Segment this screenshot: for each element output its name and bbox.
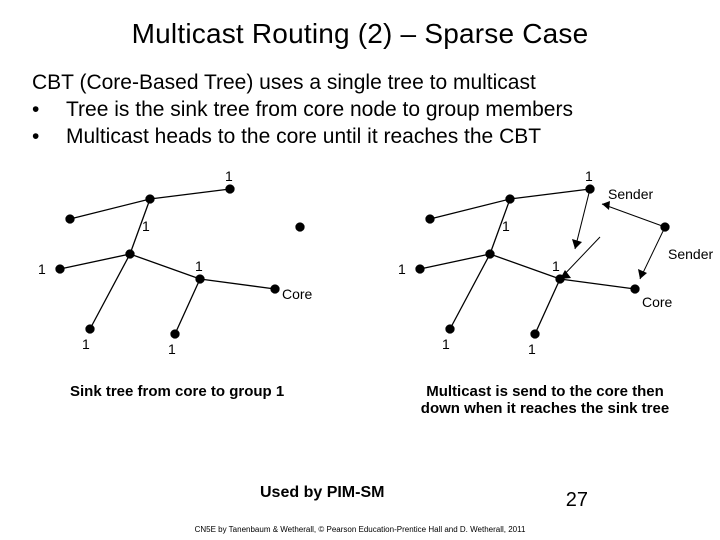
bullet-mark: • xyxy=(32,97,66,124)
bullet-list: • Tree is the sink tree from core node t… xyxy=(32,97,692,151)
node-label: 1 xyxy=(225,168,233,184)
captions: Sink tree from core to group 1 Multicast… xyxy=(0,379,720,429)
node-label: 1 xyxy=(528,341,536,357)
slide-title: Multicast Routing (2) – Sparse Case xyxy=(0,0,720,50)
diagram-left: 1 1 1 1 1 1 Core xyxy=(38,168,313,357)
node-label: 1 xyxy=(195,258,203,274)
node-label: 1 xyxy=(168,341,176,357)
bullet-text: Multicast heads to the core until it rea… xyxy=(66,124,541,151)
node-label: 1 xyxy=(552,258,560,274)
node-label: 1 xyxy=(502,218,510,234)
sender-arrows xyxy=(560,189,665,279)
caption-right-line1: Multicast is send to the core then xyxy=(426,383,664,400)
sender-label: Sender xyxy=(668,246,713,262)
caption-left: Sink tree from core to group 1 xyxy=(70,383,284,400)
diagram-area: 1 1 1 1 1 1 Core xyxy=(0,159,720,379)
intro-text: CBT (Core-Based Tree) uses a single tree… xyxy=(32,70,692,97)
core-label: Core xyxy=(282,286,313,302)
used-by-text: Used by PIM-SM xyxy=(260,484,384,502)
core-label: Core xyxy=(642,294,673,310)
bullet-mark: • xyxy=(32,124,66,151)
caption-right-line2: down when it reaches the sink tree xyxy=(421,400,669,417)
node-label: 1 xyxy=(442,336,450,352)
node-label: 1 xyxy=(398,261,406,277)
node-label: 1 xyxy=(142,218,150,234)
page-number: 27 xyxy=(566,489,588,512)
list-item: • Multicast heads to the core until it r… xyxy=(32,124,692,151)
caption-right: Multicast is send to the core then down … xyxy=(400,383,690,417)
sender-label: Sender xyxy=(608,186,653,202)
footer-citation: CN5E by Tanenbaum & Wetherall, © Pearson… xyxy=(0,525,720,534)
diagrams-svg: 1 1 1 1 1 1 Core xyxy=(0,159,720,379)
node-label: 1 xyxy=(82,336,90,352)
node-label: 1 xyxy=(585,168,593,184)
list-item: • Tree is the sink tree from core node t… xyxy=(32,97,692,124)
bullet-text: Tree is the sink tree from core node to … xyxy=(66,97,573,124)
node-label: 1 xyxy=(38,261,46,277)
diagram-right: 1 1 1 1 1 1 Core Sender Sender xyxy=(398,168,713,357)
